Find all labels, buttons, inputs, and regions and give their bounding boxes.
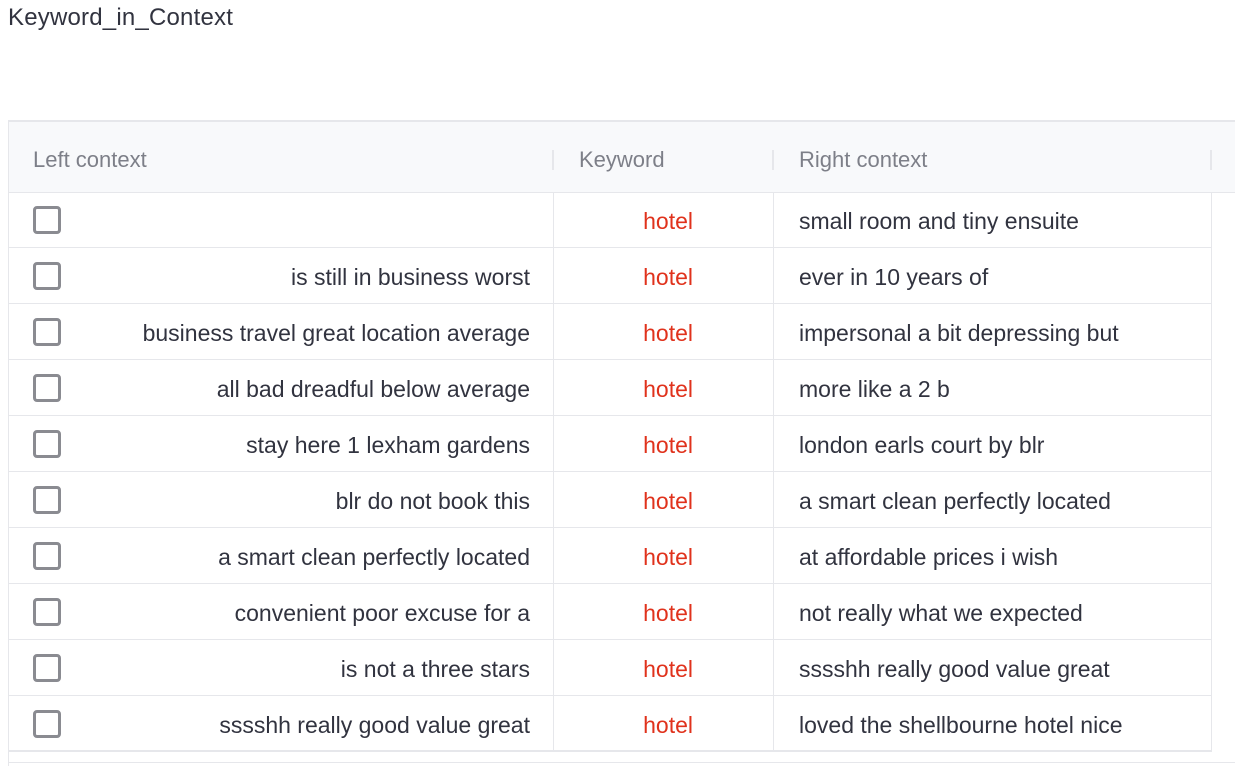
keyword-cell[interactable]: hotel	[554, 472, 774, 527]
page-title: Keyword_in_Context	[8, 4, 234, 31]
keyword-cell[interactable]: hotel	[554, 304, 774, 359]
table-row[interactable]: a smart clean perfectly located hotel at a…	[9, 528, 1212, 584]
row-select-checkbox[interactable]	[33, 598, 61, 626]
keyword-cell[interactable]: hotel	[554, 192, 774, 247]
left-context-cell[interactable]	[9, 192, 554, 247]
row-select-checkbox[interactable]	[33, 486, 61, 514]
right-context-cell[interactable]: sssshh really good value great	[774, 640, 1212, 695]
row-select-checkbox[interactable]	[33, 262, 61, 290]
table-row[interactable]: blr do not book this hotel a smart clean p…	[9, 472, 1212, 528]
keyword-text: hotel	[643, 320, 693, 346]
table-row[interactable]: is still in business worst hotel ever in 1…	[9, 248, 1212, 304]
right-context-text: ever in 10 years of	[799, 264, 989, 290]
right-context-cell[interactable]: impersonal a bit depressing but	[774, 304, 1212, 359]
left-context-text: a smart clean perfectly located	[218, 544, 530, 570]
left-context-text: all bad dreadful below average	[216, 376, 530, 402]
right-context-text: london earls court by blr	[799, 432, 1045, 458]
row-select-checkbox[interactable]	[33, 542, 61, 570]
table-row[interactable]: convenient poor excuse for a hotel not rea…	[9, 584, 1212, 640]
right-context-text: not really what we expected	[799, 600, 1083, 626]
left-context-text: convenient poor excuse for a	[234, 600, 530, 626]
row-select-checkbox[interactable]	[33, 374, 61, 402]
right-context-cell[interactable]: london earls court by blr	[774, 416, 1212, 471]
column-resize-handle[interactable]	[1210, 150, 1212, 170]
keyword-cell[interactable]: hotel	[554, 584, 774, 639]
right-context-text: impersonal a bit depressing but	[799, 320, 1119, 346]
row-select-checkbox[interactable]	[33, 430, 61, 458]
table-row[interactable]: sssshh really good value great hotel loved…	[9, 696, 1212, 752]
keyword-cell[interactable]: hotel	[554, 528, 774, 583]
keyword-text: hotel	[643, 488, 693, 514]
keyword-text: hotel	[643, 600, 693, 626]
left-context-cell[interactable]: a smart clean perfectly located	[9, 528, 554, 583]
row-select-checkbox[interactable]	[33, 710, 61, 738]
keyword-text: hotel	[643, 712, 693, 738]
row-select-checkbox[interactable]	[33, 206, 61, 234]
right-context-cell[interactable]: small room and tiny ensuite	[774, 192, 1212, 247]
row-select-checkbox[interactable]	[33, 318, 61, 346]
right-context-text: a smart clean perfectly located	[799, 488, 1111, 514]
keyword-text: hotel	[643, 208, 693, 234]
left-context-cell[interactable]: convenient poor excuse for a	[9, 584, 554, 639]
keyword-cell[interactable]: hotel	[554, 248, 774, 303]
keyword-cell[interactable]: hotel	[554, 696, 774, 751]
table-row[interactable]: stay here 1 lexham gardens hotel london ea…	[9, 416, 1212, 472]
column-resize-handle[interactable]	[552, 150, 554, 170]
right-context-text: small room and tiny ensuite	[799, 208, 1079, 234]
left-context-cell[interactable]: business travel great location average	[9, 304, 554, 359]
left-context-text: is still in business worst	[290, 264, 530, 290]
left-context-cell[interactable]: sssshh really good value great	[9, 696, 554, 751]
column-header-left-context[interactable]: Left context	[33, 122, 553, 192]
keyword-cell[interactable]: hotel	[554, 640, 774, 695]
keyword-text: hotel	[643, 264, 693, 290]
left-context-text: business travel great location average	[142, 320, 530, 346]
grid-header: Left context Keyword Right context	[9, 122, 1235, 193]
left-context-text: is not a three stars	[340, 656, 530, 682]
left-context-text: stay here 1 lexham gardens	[246, 432, 530, 458]
right-context-text: more like a 2 b	[799, 376, 950, 402]
left-context-text: blr do not book this	[335, 488, 530, 514]
table-row[interactable]: hotel small room and tiny ensuite	[9, 192, 1212, 248]
table-row[interactable]: all bad dreadful below average hotel more …	[9, 360, 1212, 416]
column-resize-handle[interactable]	[772, 150, 774, 170]
right-context-cell[interactable]: at affordable prices i wish	[774, 528, 1212, 583]
keyword-text: hotel	[643, 376, 693, 402]
left-context-cell[interactable]: is not a three stars	[9, 640, 554, 695]
keyword-cell[interactable]: hotel	[554, 360, 774, 415]
left-context-cell[interactable]: is still in business worst	[9, 248, 554, 303]
table-row[interactable]: is not a three stars hotel sssshh really g…	[9, 640, 1212, 696]
left-context-text: sssshh really good value great	[219, 712, 530, 738]
grid-footer-divider	[9, 762, 1235, 763]
keyword-text: hotel	[643, 544, 693, 570]
right-context-text: loved the shellbourne hotel nice	[799, 712, 1123, 738]
right-context-cell[interactable]: more like a 2 b	[774, 360, 1212, 415]
right-context-text: at affordable prices i wish	[799, 544, 1059, 570]
right-context-cell[interactable]: a smart clean perfectly located	[774, 472, 1212, 527]
column-header-keyword[interactable]: Keyword	[579, 122, 769, 192]
right-context-cell[interactable]: not really what we expected	[774, 584, 1212, 639]
left-context-cell[interactable]: blr do not book this	[9, 472, 554, 527]
column-header-right-context[interactable]: Right context	[799, 122, 1199, 192]
right-context-cell[interactable]: ever in 10 years of	[774, 248, 1212, 303]
left-context-cell[interactable]: stay here 1 lexham gardens	[9, 416, 554, 471]
keyword-text: hotel	[643, 656, 693, 682]
right-context-cell[interactable]: loved the shellbourne hotel nice	[774, 696, 1212, 751]
table-row[interactable]: business travel great location average ho…	[9, 304, 1212, 360]
kwic-data-grid: Left context Keyword Right context hotel…	[8, 120, 1235, 766]
grid-body: hotel small room and tiny ensuite is still…	[9, 192, 1212, 752]
keyword-cell[interactable]: hotel	[554, 416, 774, 471]
row-select-checkbox[interactable]	[33, 654, 61, 682]
right-context-text: sssshh really good value great	[799, 656, 1110, 682]
left-context-cell[interactable]: all bad dreadful below average	[9, 360, 554, 415]
keyword-text: hotel	[643, 432, 693, 458]
